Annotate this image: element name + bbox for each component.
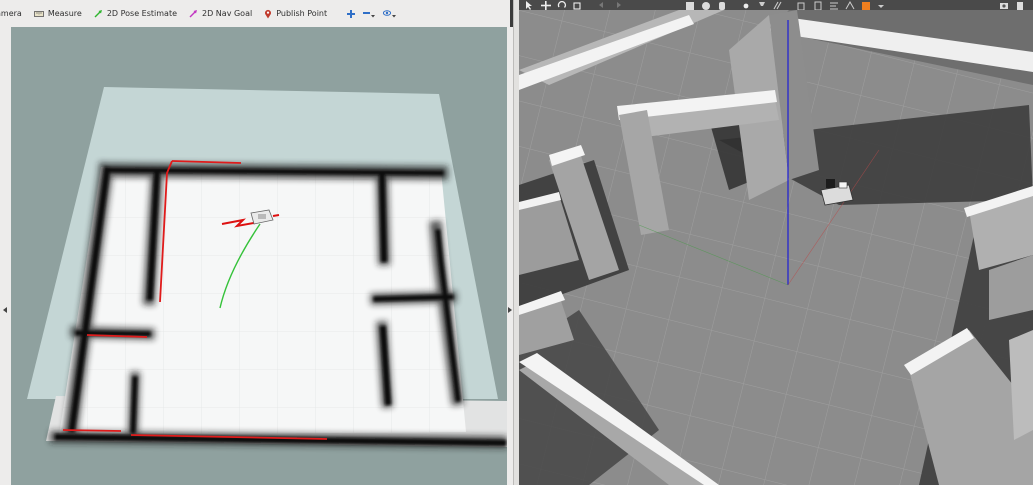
tool-properties-button[interactable] <box>383 9 397 18</box>
ruler-icon <box>33 10 44 17</box>
point-light-button[interactable] <box>741 1 751 10</box>
collapse-left-arrow-icon[interactable] <box>3 307 7 313</box>
align-button[interactable] <box>829 1 839 10</box>
record-button[interactable] <box>861 1 871 10</box>
measure-tool[interactable]: Measure <box>33 9 82 18</box>
redo-icon <box>617 1 621 8</box>
translate-mode-button[interactable] <box>541 0 551 10</box>
publish-point-tool[interactable]: Publish Point <box>264 9 327 19</box>
undo-button[interactable] <box>597 1 607 10</box>
record-icon <box>862 1 870 10</box>
sun-light-icon <box>743 3 749 8</box>
move-camera-tool[interactable]: amera <box>0 9 22 18</box>
paste-icon <box>814 1 822 10</box>
rviz-toolbar: amera Measure 2D Pose Estimate <box>0 0 510 28</box>
spot-light-icon <box>759 1 765 6</box>
chevron-down-icon <box>878 4 884 8</box>
rotate-mode-button[interactable] <box>557 0 567 10</box>
paste-button[interactable] <box>813 1 823 10</box>
rviz-window: amera Measure 2D Pose Estimate <box>0 0 513 485</box>
sphere-shape-icon <box>702 1 710 10</box>
rviz-3d-viewport[interactable] <box>11 27 507 485</box>
eye-dropdown-icon <box>383 10 397 18</box>
screenshot-button[interactable] <box>999 1 1009 10</box>
insert-cylinder-button[interactable] <box>717 1 727 10</box>
cylinder-shape-icon <box>719 1 725 10</box>
scale-mode-button[interactable] <box>573 1 583 10</box>
publish-point-label: Publish Point <box>276 9 328 18</box>
left-dock-strip[interactable] <box>0 27 11 485</box>
select-mode-button[interactable] <box>525 0 535 10</box>
desktop: amera Measure 2D Pose Estimate <box>0 0 1033 485</box>
pose-estimate-arrow-icon <box>94 10 102 18</box>
nav-goal-label: 2D Nav Goal <box>202 9 253 18</box>
scale-icon <box>573 1 581 10</box>
undo-icon <box>599 1 603 8</box>
spot-light-button[interactable] <box>757 1 767 10</box>
box-shape-icon <box>686 1 694 10</box>
move-camera-label: amera <box>0 9 22 18</box>
directional-light-icon <box>773 1 782 9</box>
gazebo-window <box>519 0 1033 485</box>
toolbar-dropdown-button[interactable] <box>877 1 885 10</box>
directional-light-button[interactable] <box>773 1 783 10</box>
copy-button[interactable] <box>797 1 807 10</box>
log-file-icon <box>1017 1 1023 10</box>
camera-icon <box>1000 2 1008 9</box>
move-cross-icon <box>541 0 551 10</box>
rviz-map-render <box>27 87 507 449</box>
map-pin-icon <box>265 9 272 18</box>
measure-label: Measure <box>47 9 82 18</box>
nav-goal-tool[interactable]: 2D Nav Goal <box>189 9 252 18</box>
insert-box-button[interactable] <box>685 1 695 10</box>
rotate-icon <box>557 0 567 8</box>
insert-sphere-button[interactable] <box>701 1 711 10</box>
collapse-right-arrow-icon[interactable] <box>508 307 512 313</box>
pose-estimate-label: 2D Pose Estimate <box>106 9 178 18</box>
minus-dropdown-icon <box>363 12 376 18</box>
nav-goal-arrow-icon <box>189 10 198 18</box>
add-tool-button[interactable] <box>347 9 356 18</box>
cursor-arrow-icon <box>526 0 532 10</box>
gazebo-world-render <box>519 10 1033 485</box>
copy-icon <box>797 2 805 10</box>
plus-icon <box>347 9 356 18</box>
align-icon <box>830 2 838 9</box>
snap-icon <box>845 0 855 9</box>
redo-button[interactable] <box>613 1 623 10</box>
remove-tool-button[interactable] <box>363 9 376 18</box>
log-button[interactable] <box>1015 1 1025 10</box>
pose-estimate-tool[interactable]: 2D Pose Estimate <box>94 9 177 18</box>
snap-button[interactable] <box>845 0 855 10</box>
gazebo-3d-scene[interactable] <box>519 10 1033 485</box>
